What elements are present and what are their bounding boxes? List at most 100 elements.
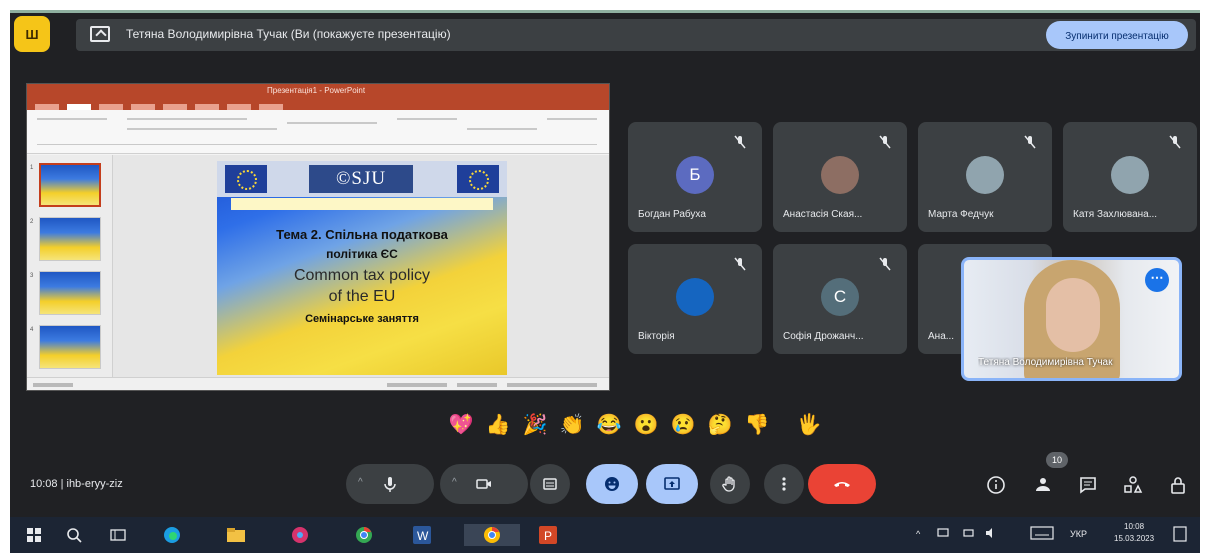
ppt-title: Презентація1 - PowerPoint [267, 86, 366, 95]
keyboard-icon[interactable] [1028, 525, 1056, 541]
sju-logo: ©SJU [309, 165, 413, 193]
search-icon[interactable] [62, 524, 86, 546]
app-badge: Ш [14, 16, 50, 52]
stop-presenting-button[interactable]: Зупинити презентацію [1046, 21, 1188, 49]
edge-icon[interactable] [160, 524, 184, 546]
slide-canvas: ©SJU Тема 2. Спільна податкова політика … [113, 155, 609, 377]
tray-chevron-icon[interactable]: ^ [916, 529, 920, 539]
reaction-thumbs-up[interactable]: 👍 [483, 410, 513, 440]
participants-count-badge: 10 [1046, 452, 1068, 468]
host-controls-button[interactable] [1165, 472, 1191, 498]
eu-flag-icon [457, 165, 499, 193]
slide-header: ©SJU [217, 161, 507, 197]
participant-tile[interactable]: Анастасія Ская... [773, 122, 907, 232]
slide-title-line1: Тема 2. Спільна податкова [276, 227, 448, 242]
clock-date: 15.03.2023 [1114, 534, 1155, 543]
reaction-party[interactable]: 🎉 [520, 410, 550, 440]
file-explorer-icon[interactable] [224, 524, 248, 546]
reaction-clap[interactable]: 👏 [557, 410, 587, 440]
reaction-sad[interactable]: 😢 [668, 410, 698, 440]
reaction-thinking[interactable]: 🤔 [705, 410, 735, 440]
participants-button[interactable] [1030, 472, 1056, 498]
svg-text:P: P [544, 529, 552, 543]
participant-tile[interactable]: Вікторія [628, 244, 762, 354]
participant-tile[interactable]: Б Богдан Рабуха [628, 122, 762, 232]
volume-icon[interactable] [984, 526, 998, 540]
svg-text:W: W [417, 529, 429, 543]
mic-off-icon [877, 134, 893, 150]
captions-icon [543, 478, 557, 490]
participant-name: Катя Захлювана... [1073, 209, 1158, 220]
end-call-icon [834, 482, 850, 487]
chat-button[interactable] [1075, 472, 1101, 498]
eu-flag-icon [225, 165, 267, 193]
thumb-number: 3 [30, 273, 34, 279]
participant-name: Вікторія [638, 331, 675, 342]
chevron-up-icon: ^ [358, 477, 363, 488]
camera-button[interactable]: ^ [440, 464, 528, 504]
chrome-app-icon[interactable] [352, 524, 376, 546]
mic-off-icon [732, 134, 748, 150]
mic-off-icon [1022, 134, 1038, 150]
photos-icon[interactable] [288, 524, 312, 546]
participant-tile[interactable]: Марта Федчук [918, 122, 1052, 232]
reaction-thumbs-down[interactable]: 👎 [742, 410, 772, 440]
self-view[interactable]: ⋯ Тетяна Володимирівна Тучак [961, 257, 1182, 381]
slide-thumbnail [39, 217, 101, 261]
chrome-icon[interactable] [464, 524, 520, 546]
slide-en-line1: Common tax policy [293, 267, 431, 284]
present-icon [664, 477, 680, 490]
slide-title-line2: політика ЄС [326, 247, 398, 261]
presenting-text: Тетяна Володимирівна Тучак (Ви (покажуєт… [126, 27, 451, 41]
language-indicator[interactable]: УКР [1070, 529, 1087, 539]
slide-subtitle: Семінарське заняття [305, 313, 419, 325]
slide-en-line2: of the EU [328, 288, 396, 305]
reaction-surprised[interactable]: 😮 [631, 410, 661, 440]
reaction-heart[interactable]: 💖 [446, 410, 476, 440]
presenting-banner: Тетяна Володимирівна Тучак (Ви (покажуєт… [76, 19, 1196, 51]
powerpoint-icon[interactable]: P [536, 524, 560, 546]
shapes-icon [1124, 476, 1143, 493]
ppt-ribbon [27, 110, 609, 154]
more-options-icon[interactable]: ⋯ [1145, 268, 1169, 292]
network-icon[interactable] [936, 526, 950, 540]
system-clock[interactable]: 10:08 15.03.2023 [1114, 521, 1154, 545]
chevron-up-icon: ^ [452, 477, 457, 488]
microphone-button[interactable]: ^ [346, 464, 434, 504]
task-view-icon[interactable] [106, 524, 130, 546]
slide-thumbnail [39, 271, 101, 315]
notifications-icon[interactable] [1172, 525, 1188, 543]
meeting-info: 10:08 | ihb-eryy-ziz [30, 478, 123, 490]
thumb-number: 4 [30, 327, 34, 333]
reaction-raise-hand[interactable]: 🖐 [794, 410, 824, 440]
mic-off-icon [1167, 134, 1183, 150]
activities-button[interactable] [1120, 472, 1146, 498]
mic-icon [384, 477, 396, 492]
slide-thumbnail [39, 163, 101, 207]
clock-time: 10:08 [1124, 522, 1145, 531]
avatar [966, 156, 1004, 194]
windows-start-icon[interactable] [22, 524, 46, 546]
slide-thumbnail [39, 325, 101, 369]
more-options-button[interactable] [764, 464, 804, 504]
present-screen-icon [90, 26, 110, 42]
end-call-button[interactable] [808, 464, 876, 504]
self-video-face [1046, 278, 1100, 352]
meeting-details-button[interactable] [983, 472, 1009, 498]
raise-hand-button[interactable] [710, 464, 750, 504]
info-icon [987, 476, 1005, 494]
captions-button[interactable] [530, 464, 570, 504]
participant-tile[interactable]: Катя Захлювана... [1063, 122, 1197, 232]
battery-icon[interactable] [962, 526, 976, 540]
participant-name: Софія Дрожанч... [783, 331, 864, 342]
participant-name: Богдан Рабуха [638, 209, 706, 220]
participant-tile[interactable]: С Софія Дрожанч... [773, 244, 907, 354]
more-vert-icon [782, 477, 786, 491]
ppt-ribbon-tabs [27, 98, 609, 111]
emoji-reaction-button[interactable] [586, 464, 638, 504]
reaction-laugh[interactable]: 😂 [594, 410, 624, 440]
windows-taskbar: W P ^ УКР 10:08 15.03.2023 [10, 517, 1200, 553]
present-now-button[interactable] [646, 464, 698, 504]
avatar [676, 278, 714, 316]
word-icon[interactable]: W [410, 524, 434, 546]
